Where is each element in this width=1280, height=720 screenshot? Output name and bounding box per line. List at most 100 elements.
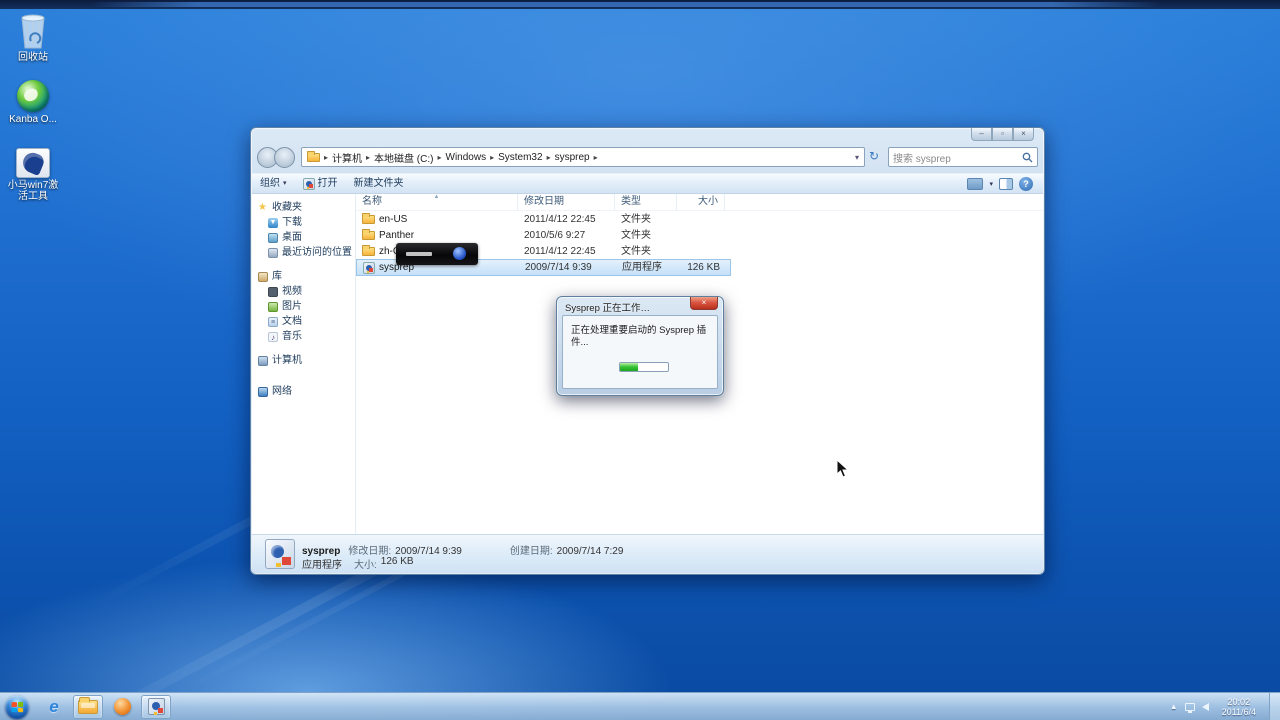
dialog-body: 正在处理重要启动的 Sysprep 插件... — [562, 315, 718, 389]
size-value: 126 KB — [380, 556, 414, 567]
dialog-close-button[interactable]: × — [690, 297, 718, 310]
file-type: 文件夹 — [621, 245, 651, 257]
open-button[interactable]: 打开 — [295, 174, 346, 193]
sidebar-item-recent-places[interactable]: 最近访问的位置 — [252, 245, 355, 260]
maximize-button[interactable]: ▫ — [992, 128, 1013, 141]
column-size-label: 大小 — [698, 196, 718, 207]
details-line-2: 应用程序 大小: 126 KB — [302, 556, 414, 571]
sysprep-large-icon — [265, 539, 295, 569]
minimize-button[interactable]: – — [971, 128, 992, 141]
desktop-icon-label: 小马win7激活工具 — [7, 180, 59, 202]
sidebar-item-documents[interactable]: ≡ 文档 — [252, 314, 355, 329]
preview-pane-button[interactable] — [999, 177, 1013, 190]
dialog-message: 正在处理重要启动的 Sysprep 插件... — [571, 325, 707, 348]
column-header-name[interactable]: ▲ 名称 — [356, 194, 518, 210]
breadcrumb-sysprep[interactable]: sysprep — [552, 152, 593, 163]
refresh-button[interactable]: ↻ — [865, 148, 883, 166]
desktop-icon-kanba[interactable]: Kanba O... — [2, 80, 64, 125]
progress-bar — [619, 362, 669, 372]
system-tray: ▲ 20:02 2011/6/4 — [1170, 693, 1280, 720]
sort-ascending-icon: ▲ — [433, 194, 440, 200]
taskbar: e ▲ 20:02 2011/6/4 — [0, 692, 1280, 720]
caption-buttons: – ▫ × — [971, 128, 1034, 141]
clock-time: 20:02 — [1227, 696, 1251, 707]
sidebar-libraries[interactable]: 库 — [252, 269, 355, 284]
taskbar-item-internet-explorer[interactable]: e — [39, 695, 69, 719]
documents-icon: ≡ — [268, 316, 278, 327]
details-file-type: 应用程序 — [302, 560, 342, 571]
videos-icon — [268, 286, 278, 297]
video-osd-overlay — [396, 243, 478, 265]
taskbar-clock[interactable]: 20:02 2011/6/4 — [1216, 697, 1262, 717]
created-value: 2009/7/14 7:29 — [556, 546, 624, 557]
breadcrumb-system32[interactable]: System32 — [495, 152, 545, 163]
show-desktop-button[interactable] — [1269, 693, 1280, 720]
recent-places-label: 最近访问的位置 — [282, 247, 352, 258]
breadcrumb-windows[interactable]: Windows — [443, 152, 490, 163]
sidebar-item-pictures[interactable]: 图片 — [252, 299, 355, 314]
file-type: 文件夹 — [621, 229, 651, 241]
downloads-label: 下载 — [282, 217, 302, 228]
desktop-icon-activation-tool[interactable]: 小马win7激活工具 — [2, 148, 64, 202]
sidebar-computer[interactable]: 计算机 — [252, 353, 355, 368]
downloads-icon: ▼ — [268, 217, 278, 228]
pony-activator-icon — [16, 148, 50, 178]
network-tray-icon[interactable] — [1184, 702, 1195, 713]
libraries-icon — [258, 271, 268, 282]
clock-date: 2011/6/4 — [1221, 706, 1256, 717]
sidebar-item-downloads[interactable]: ▼ 下载 — [252, 215, 355, 230]
column-date-label: 修改日期 — [524, 196, 564, 207]
open-label: 打开 — [317, 177, 338, 189]
breadcrumb-computer[interactable]: 计算机 — [329, 150, 365, 165]
sidebar-favorites[interactable]: ★ 收藏夹 — [252, 200, 355, 215]
organize-menu[interactable]: 组织 ▾ — [252, 174, 295, 193]
new-folder-button[interactable]: 新建文件夹 — [346, 174, 412, 193]
column-header-size[interactable]: 大小 — [677, 194, 725, 210]
size-label: 大小: — [354, 560, 377, 571]
favorites-label: 收藏夹 — [272, 202, 302, 213]
libraries-label: 库 — [272, 271, 282, 282]
sidebar-item-desktop[interactable]: 桌面 — [252, 230, 355, 245]
navigation-pane: ★ 收藏夹 ▼ 下载 桌面 最近访问的位置 库 视频 图片 ≡ 文档 ♪ 音乐 … — [252, 194, 356, 534]
file-name: en-US — [379, 213, 408, 225]
file-row-panther[interactable]: Panther 2010/5/6 9:27 文件夹 — [356, 227, 1043, 243]
help-button[interactable]: ? — [1019, 176, 1033, 191]
volume-tray-icon[interactable] — [1201, 702, 1209, 711]
search-input[interactable]: 搜索 sysprep — [893, 150, 1022, 165]
file-row-en-us[interactable]: en-US 2011/4/12 22:45 文件夹 — [356, 211, 1043, 227]
music-icon: ♪ — [268, 331, 278, 342]
address-bar[interactable]: ▸ 计算机 ▸ 本地磁盘 (C:) ▸ Windows ▸ System32 ▸… — [301, 147, 865, 167]
recent-places-icon — [268, 247, 278, 258]
start-button[interactable] — [5, 694, 29, 719]
file-type: 应用程序 — [622, 262, 662, 273]
desktop-icon-label: Kanba O... — [9, 114, 57, 125]
folder-icon — [307, 150, 320, 162]
search-box[interactable]: 搜索 sysprep — [888, 147, 1038, 167]
dialog-title: Sysprep 正在工作… — [565, 303, 650, 314]
taskbar-item-explorer[interactable] — [73, 694, 103, 719]
sysprep-app-icon — [363, 261, 375, 274]
column-header-type[interactable]: 类型 — [615, 194, 677, 210]
chevron-down-icon[interactable]: ▾ — [989, 180, 993, 188]
taskbar-item-orange-app[interactable] — [107, 695, 137, 719]
folder-icon — [78, 696, 98, 714]
forward-button[interactable] — [274, 146, 295, 168]
file-date: 2009/7/14 9:39 — [525, 262, 592, 273]
sidebar-item-music[interactable]: ♪ 音乐 — [252, 329, 355, 344]
folder-icon — [362, 212, 375, 224]
command-bar: 组织 ▾ 打开 新建文件夹 ▾ ? — [252, 173, 1043, 194]
windows-logo-icon — [11, 701, 24, 712]
show-hidden-icons-button[interactable]: ▲ — [1170, 702, 1178, 711]
breadcrumb-local-disk[interactable]: 本地磁盘 (C:) — [371, 150, 436, 165]
taskbar-item-sysprep[interactable] — [141, 694, 171, 719]
sidebar-network[interactable]: 网络 — [252, 384, 355, 399]
sidebar-item-videos[interactable]: 视频 — [252, 284, 355, 299]
desktop-icon-recycle-bin[interactable]: 回收站 — [2, 12, 64, 63]
column-header-date-modified[interactable]: 修改日期 — [518, 194, 615, 210]
change-view-button[interactable] — [967, 177, 984, 190]
close-button[interactable]: × — [1013, 128, 1034, 141]
file-size: 126 KB — [687, 262, 720, 273]
organize-label: 组织 — [260, 177, 280, 189]
address-dropdown-icon[interactable]: ▾ — [852, 153, 862, 162]
column-headers: ▲ 名称 修改日期 类型 大小 — [356, 194, 1043, 211]
